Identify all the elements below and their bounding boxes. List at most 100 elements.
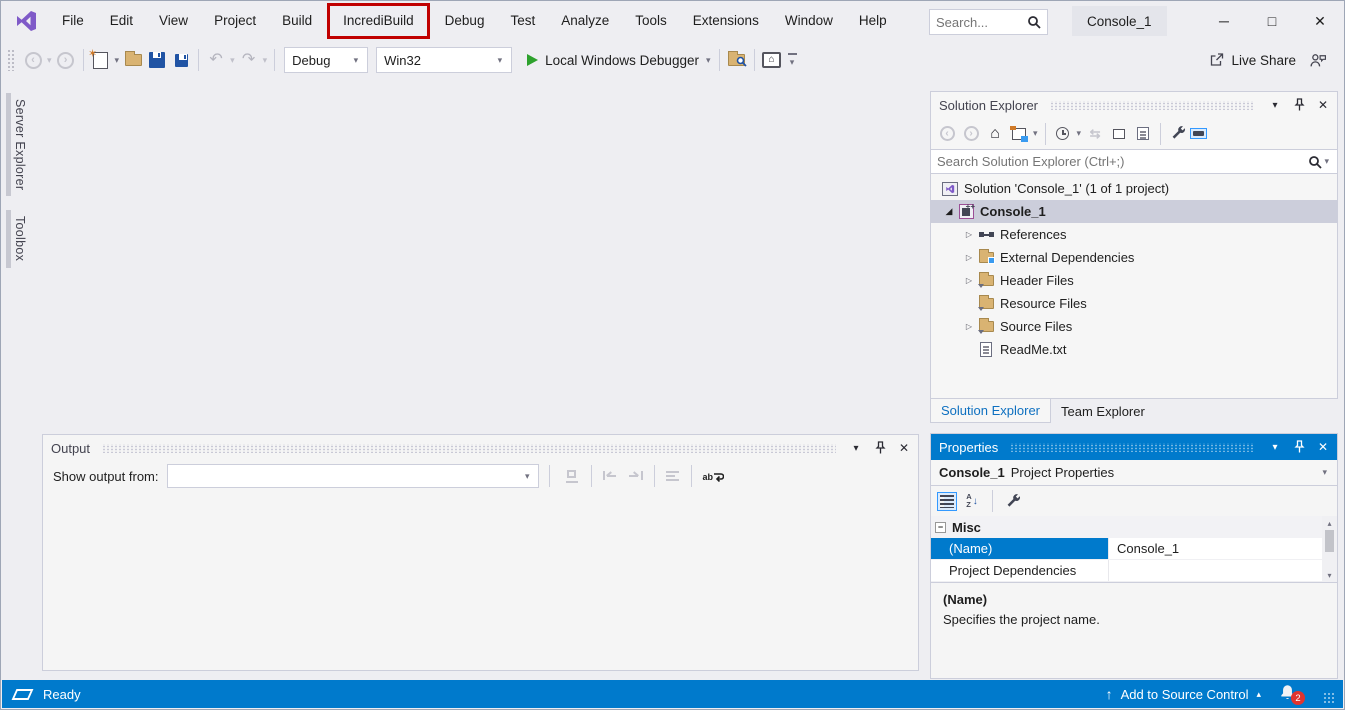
se-forward-button[interactable]: › [960, 122, 982, 146]
tree-item-references[interactable]: ▷ References [931, 223, 1337, 246]
add-to-source-control-button[interactable]: Add to Source Control [1121, 687, 1249, 702]
navigate-back-button[interactable]: ‹ [22, 48, 44, 72]
menu-help[interactable]: Help [846, 1, 900, 41]
collapsed-arrow-icon[interactable]: ▷ [961, 230, 977, 239]
search-input[interactable] [936, 15, 1027, 30]
web-browser-button[interactable]: ⌂ [761, 48, 783, 72]
next-message-button[interactable] [627, 468, 645, 484]
window-position-chevron-icon[interactable]: ▾ [1267, 439, 1283, 455]
category-row-misc[interactable]: − Misc [931, 516, 1337, 538]
properties-button[interactable] [1167, 122, 1189, 146]
pin-icon[interactable] [1291, 97, 1307, 113]
tree-item-readme[interactable]: ReadMe.txt [931, 338, 1337, 361]
pin-icon[interactable] [1291, 439, 1307, 455]
menu-project[interactable]: Project [201, 1, 269, 41]
tree-item-resource-files[interactable]: Resource Files [931, 292, 1337, 315]
new-dropdown-caret-icon[interactable]: ▾ [113, 55, 122, 66]
menu-build[interactable]: Build [269, 1, 325, 41]
collapse-category-icon[interactable]: − [935, 522, 946, 533]
redo-dropdown-caret-icon[interactable]: ▾ [261, 55, 270, 66]
se-home-button[interactable]: ⌂ [984, 122, 1006, 146]
menu-file[interactable]: File [49, 1, 97, 41]
save-all-button[interactable] [170, 48, 192, 72]
expanded-arrow-icon[interactable]: ◢ [941, 206, 957, 217]
clear-all-button[interactable] [664, 468, 682, 484]
property-value-cell[interactable]: Console_1 [1109, 538, 1337, 559]
tree-item-source-files[interactable]: ▷ Source Files [931, 315, 1337, 338]
chevron-down-icon[interactable]: ▾ [1031, 128, 1040, 139]
start-debugging-button[interactable]: Local Windows Debugger ▾ [517, 48, 712, 72]
toolbar-overflow-button[interactable]: ▾ [788, 53, 797, 68]
solution-configuration-dropdown[interactable]: Debug ▾ [284, 47, 368, 73]
find-message-in-code-button[interactable] [564, 468, 582, 484]
tree-item-external-dependencies[interactable]: ▷ External Dependencies [931, 246, 1337, 269]
preview-selected-items-toggle[interactable] [1190, 128, 1207, 139]
pending-changes-filter-button[interactable] [1052, 122, 1074, 146]
search-options-caret-icon[interactable]: ▾ [1322, 156, 1331, 167]
menu-window[interactable]: Window [772, 1, 846, 41]
save-button[interactable] [146, 48, 168, 72]
undo-button[interactable]: ↶ [205, 48, 227, 72]
solution-explorer-title-bar[interactable]: Solution Explorer ▾ ✕ [931, 92, 1337, 118]
menu-test[interactable]: Test [497, 1, 548, 41]
close-icon[interactable]: ✕ [1315, 97, 1331, 113]
menu-incredibuild[interactable]: IncrediBuild [330, 6, 427, 36]
navigate-forward-button[interactable]: › [55, 48, 77, 72]
quick-launch-search[interactable] [929, 9, 1048, 35]
se-back-button[interactable]: ‹ [936, 122, 958, 146]
solution-explorer-search[interactable]: ▾ [931, 149, 1337, 174]
window-position-chevron-icon[interactable]: ▾ [1267, 97, 1283, 113]
close-button[interactable]: ✕ [1296, 1, 1344, 41]
scroll-down-icon[interactable]: ▾ [1327, 568, 1331, 582]
notifications-button[interactable]: 2 [1279, 684, 1301, 704]
close-icon[interactable]: ✕ [896, 440, 912, 456]
tree-item-header-files[interactable]: ▷ Header Files [931, 269, 1337, 292]
property-name-cell[interactable]: (Name) [931, 538, 1109, 559]
toolbox-tab[interactable]: Toolbox [6, 210, 29, 267]
property-name-cell[interactable]: Project Dependencies [931, 560, 1109, 581]
property-row-project-dependencies[interactable]: Project Dependencies [931, 560, 1337, 582]
minimize-button[interactable]: ─ [1200, 1, 1248, 41]
output-source-dropdown[interactable]: ▾ [167, 464, 539, 488]
previous-message-button[interactable] [601, 468, 619, 484]
menu-tools[interactable]: Tools [622, 1, 680, 41]
chevron-down-icon[interactable]: ▾ [1075, 128, 1084, 139]
new-project-button[interactable]: ✶ [90, 48, 112, 72]
output-title-bar[interactable]: Output ▾ ✕ [43, 435, 918, 461]
tree-item-solution[interactable]: Solution 'Console_1' (1 of 1 project) [931, 177, 1337, 200]
grid-scrollbar[interactable]: ▴ ▾ [1322, 516, 1337, 582]
switch-views-button[interactable] [1008, 122, 1030, 146]
property-row-name[interactable]: (Name) Console_1 [931, 538, 1337, 560]
send-feedback-button[interactable] [1307, 48, 1329, 72]
debug-target-caret-icon[interactable]: ▾ [704, 55, 713, 66]
property-pages-button[interactable] [1002, 489, 1024, 513]
menu-extensions[interactable]: Extensions [680, 1, 772, 41]
server-explorer-tab[interactable]: Server Explorer [6, 93, 29, 196]
collapsed-arrow-icon[interactable]: ▷ [961, 322, 977, 331]
live-share-button[interactable]: Live Share [1208, 52, 1296, 68]
collapsed-arrow-icon[interactable]: ▷ [961, 276, 977, 285]
tab-solution-explorer[interactable]: Solution Explorer [930, 399, 1051, 423]
back-dropdown-caret-icon[interactable]: ▾ [45, 55, 54, 66]
pin-icon[interactable] [872, 440, 888, 456]
categorized-view-toggle[interactable] [937, 492, 957, 511]
scroll-up-icon[interactable]: ▴ [1327, 516, 1331, 530]
menu-edit[interactable]: Edit [97, 1, 146, 41]
menu-debug[interactable]: Debug [432, 1, 498, 41]
redo-button[interactable]: ↷ [238, 48, 260, 72]
alphabetical-sort-button[interactable]: AZ ↓ [961, 489, 983, 513]
undo-dropdown-caret-icon[interactable]: ▾ [228, 55, 237, 66]
sync-with-active-document-button[interactable]: ⇆ [1084, 122, 1106, 146]
tree-item-project[interactable]: ◢ ++ Console_1 [931, 200, 1337, 223]
title-bar[interactable]: File Edit View Project Build IncrediBuil… [1, 1, 1344, 41]
collapse-all-button[interactable] [1108, 122, 1130, 146]
collapsed-arrow-icon[interactable]: ▷ [961, 253, 977, 262]
show-all-files-button[interactable] [1132, 122, 1154, 146]
console-tab[interactable]: Console_1 [1072, 6, 1167, 36]
output-content[interactable] [43, 492, 918, 670]
solution-search-input[interactable] [937, 154, 1308, 169]
close-icon[interactable]: ✕ [1315, 439, 1331, 455]
source-control-caret-up-icon[interactable]: ▴ [1256, 689, 1261, 700]
toolbar-drag-handle[interactable] [7, 49, 15, 71]
find-in-files-button[interactable] [726, 48, 748, 72]
